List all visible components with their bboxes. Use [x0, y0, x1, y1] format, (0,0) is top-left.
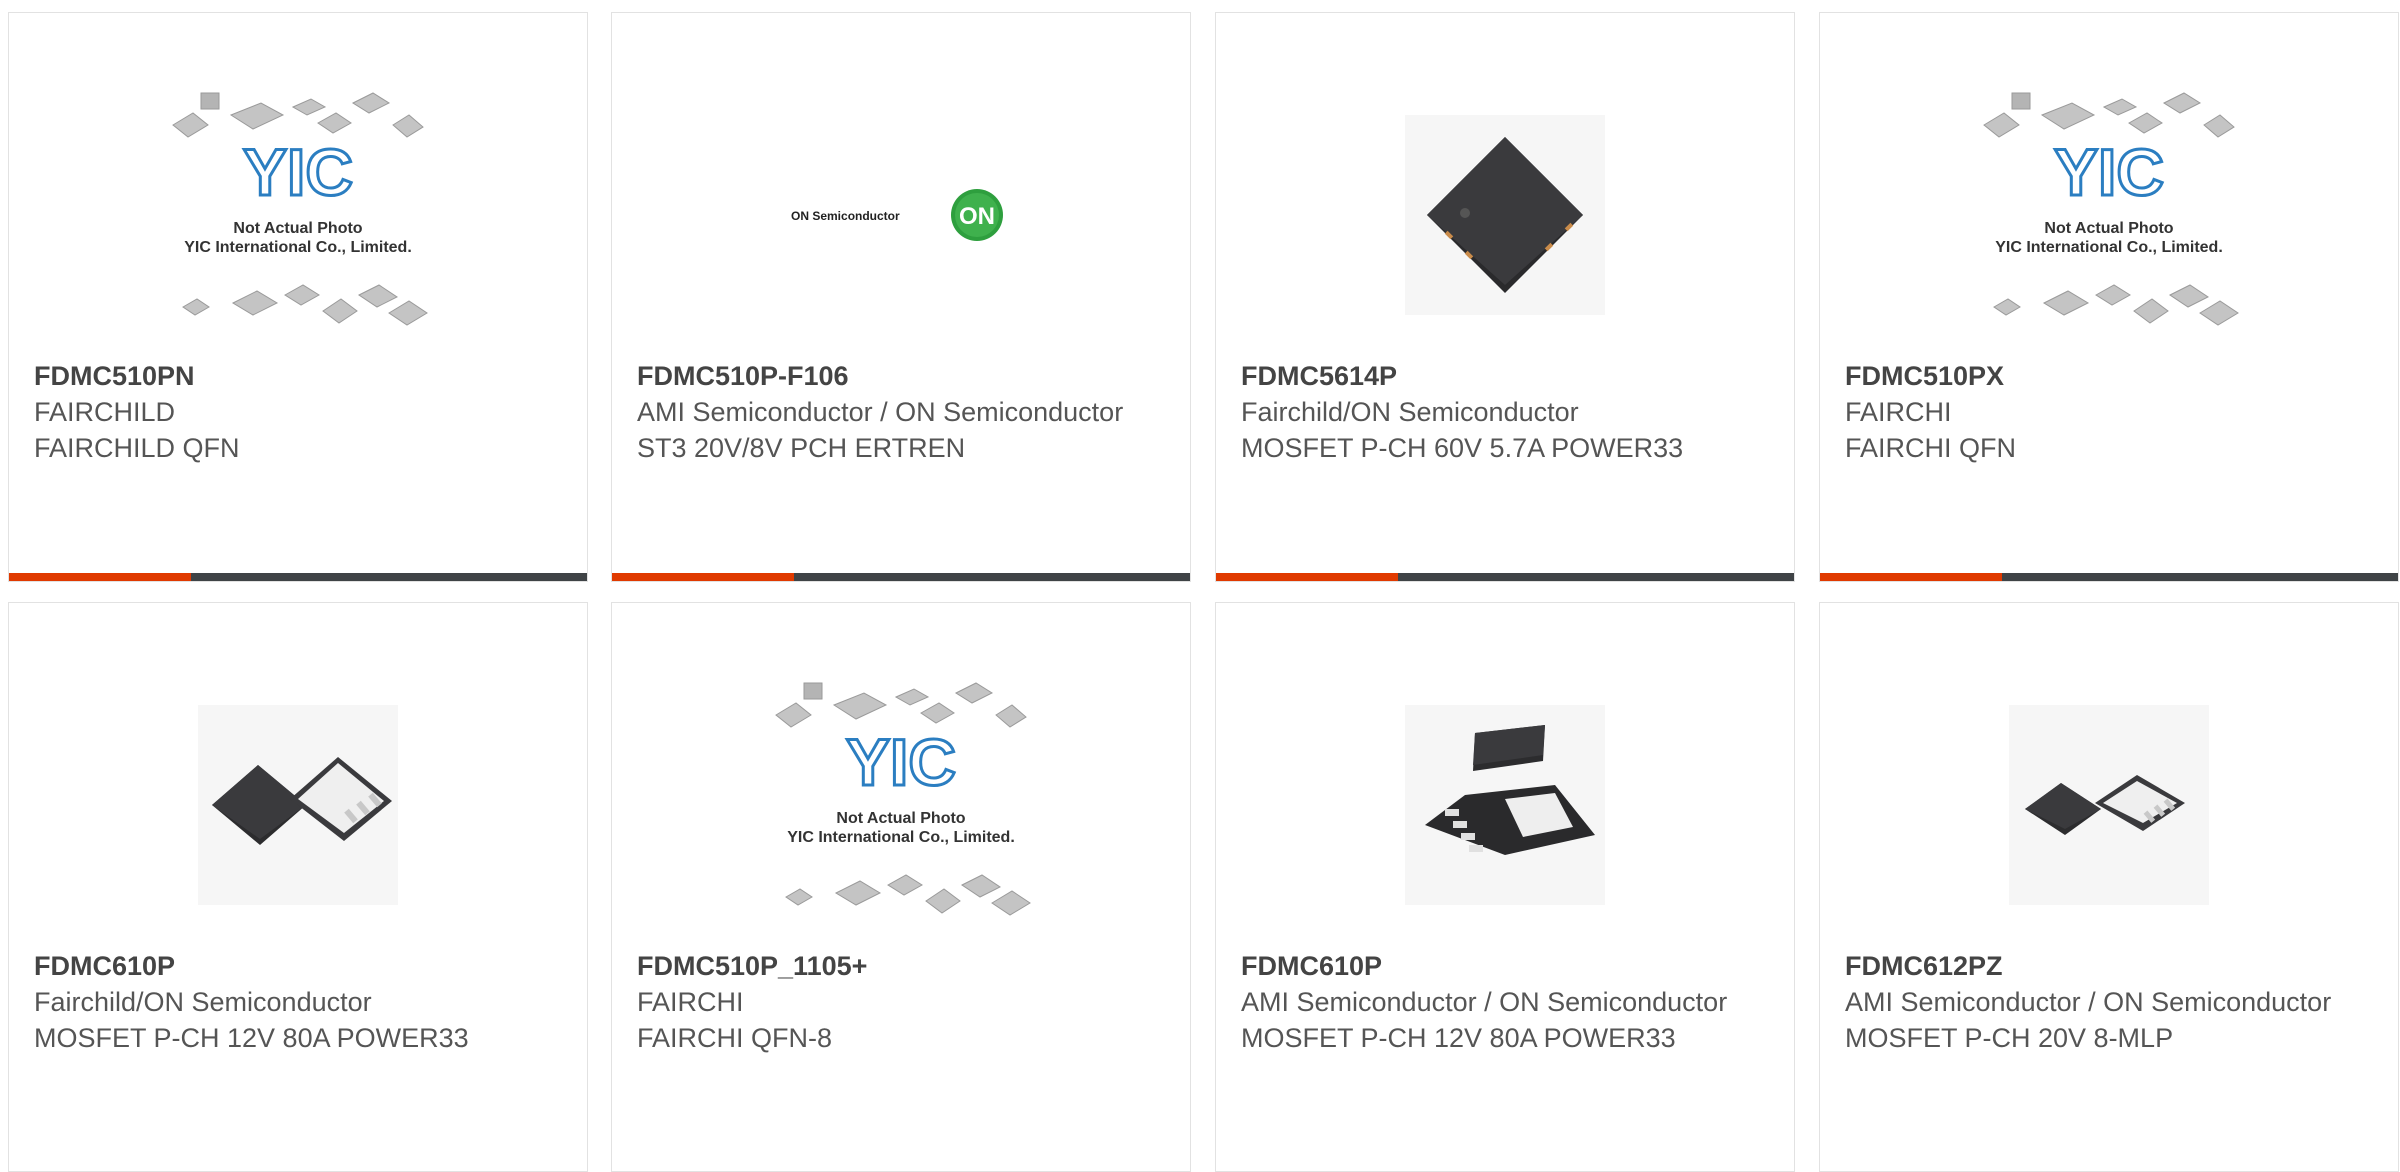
- yic-placeholder-icon: YIC Not Actual Photo YIC International C…: [775, 682, 1031, 916]
- svg-text:Not Actual Photo: Not Actual Photo: [2044, 220, 2173, 237]
- product-info: FDMC610P Fairchild/ON Semiconductor MOSF…: [34, 948, 562, 1056]
- accent-bar: [1820, 573, 2002, 581]
- part-number[interactable]: FDMC510PN: [34, 358, 562, 394]
- svg-text:YIC International Co., Limited: YIC International Co., Limited.: [787, 829, 1015, 846]
- product-image[interactable]: [1216, 665, 1794, 945]
- yic-placeholder-icon: YIC Not Actual Photo YIC International C…: [172, 92, 428, 326]
- description: MOSFET P-CH 12V 80A POWER33: [34, 1023, 469, 1053]
- part-number[interactable]: FDMC610P: [34, 948, 562, 984]
- qfn-pair-chip-icon: [198, 705, 398, 905]
- part-number[interactable]: FDMC510P-F106: [637, 358, 1165, 394]
- svg-text:ON: ON: [959, 203, 995, 230]
- accent-bar: [1216, 573, 1398, 581]
- product-card[interactable]: FDMC5614P Fairchild/ON Semiconductor MOS…: [1215, 12, 1795, 582]
- product-info: FDMC5614P Fairchild/ON Semiconductor MOS…: [1241, 358, 1769, 466]
- card-footer-bar: [1216, 573, 1794, 581]
- product-card[interactable]: ON Semiconductor ON FDMC510P-F106 AMI Se…: [611, 12, 1191, 582]
- manufacturer: AMI Semiconductor / ON Semiconductor: [1241, 987, 1728, 1017]
- manufacturer: FAIRCHILD: [34, 397, 176, 427]
- description: FAIRCHI QFN-8: [637, 1023, 833, 1053]
- svg-text:Not Actual Photo: Not Actual Photo: [836, 810, 965, 827]
- svg-text:Not Actual Photo: Not Actual Photo: [233, 220, 362, 237]
- product-info: FDMC612PZ AMI Semiconductor / ON Semicon…: [1845, 948, 2373, 1056]
- product-grid: YIC Not Actual Photo YIC International C…: [0, 0, 2400, 1172]
- product-card[interactable]: YIC Not Actual Photo YIC International C…: [8, 12, 588, 582]
- yic-placeholder-icon: YIC Not Actual Photo YIC International C…: [1983, 92, 2239, 326]
- product-image[interactable]: [9, 665, 587, 945]
- product-info: FDMC510PN FAIRCHILD FAIRCHILD QFN: [34, 358, 562, 466]
- description: MOSFET P-CH 12V 80A POWER33: [1241, 1023, 1676, 1053]
- description: FAIRCHILD QFN: [34, 433, 240, 463]
- part-number[interactable]: FDMC510P_1105+: [637, 948, 1165, 984]
- on-semiconductor-logo-icon: ON Semiconductor ON: [791, 189, 1003, 241]
- svg-text:YIC: YIC: [2054, 135, 2164, 209]
- svg-text:YIC International Co., Limited: YIC International Co., Limited.: [184, 239, 412, 256]
- description: ST3 20V/8V PCH ERTREN: [637, 433, 966, 463]
- accent-bar: [9, 573, 191, 581]
- part-number[interactable]: FDMC610P: [1241, 948, 1769, 984]
- manufacturer: FAIRCHI: [637, 987, 744, 1017]
- svg-text:ON Semiconductor: ON Semiconductor: [791, 209, 900, 223]
- manufacturer: FAIRCHI: [1845, 397, 1952, 427]
- product-image[interactable]: YIC Not Actual Photo YIC International C…: [9, 75, 587, 355]
- product-image[interactable]: YIC Not Actual Photo YIC International C…: [612, 665, 1190, 945]
- card-footer-bar: [612, 573, 1190, 581]
- qfn-pair-small-chip-icon: [2009, 705, 2209, 905]
- product-info: FDMC510P_1105+ FAIRCHI FAIRCHI QFN-8: [637, 948, 1165, 1056]
- card-footer-bar: [1820, 573, 2398, 581]
- product-card[interactable]: FDMC610P AMI Semiconductor / ON Semicond…: [1215, 602, 1795, 1172]
- manufacturer: AMI Semiconductor / ON Semiconductor: [1845, 987, 2332, 1017]
- product-card[interactable]: YIC Not Actual Photo YIC International C…: [1819, 12, 2399, 582]
- card-footer-bar: [9, 573, 587, 581]
- product-card[interactable]: FDMC612PZ AMI Semiconductor / ON Semicon…: [1819, 602, 2399, 1172]
- product-image[interactable]: YIC Not Actual Photo YIC International C…: [1820, 75, 2398, 355]
- manufacturer: AMI Semiconductor / ON Semiconductor: [637, 397, 1124, 427]
- svg-text:YIC: YIC: [243, 135, 353, 209]
- manufacturer: Fairchild/ON Semiconductor: [34, 987, 372, 1017]
- product-card[interactable]: FDMC610P Fairchild/ON Semiconductor MOSF…: [8, 602, 588, 1172]
- qfn-chip-icon: [1405, 115, 1605, 315]
- product-info: FDMC510P-F106 AMI Semiconductor / ON Sem…: [637, 358, 1165, 466]
- svg-text:YIC: YIC: [846, 725, 956, 799]
- qfn-top-bottom-chip-icon: [1405, 705, 1605, 905]
- manufacturer: Fairchild/ON Semiconductor: [1241, 397, 1579, 427]
- product-card[interactable]: YIC Not Actual Photo YIC International C…: [611, 602, 1191, 1172]
- description: MOSFET P-CH 20V 8-MLP: [1845, 1023, 2174, 1053]
- product-image[interactable]: [1820, 665, 2398, 945]
- description: FAIRCHI QFN: [1845, 433, 2017, 463]
- part-number[interactable]: FDMC612PZ: [1845, 948, 2373, 984]
- product-info: FDMC510PX FAIRCHI FAIRCHI QFN: [1845, 358, 2373, 466]
- description: MOSFET P-CH 60V 5.7A POWER33: [1241, 433, 1684, 463]
- product-info: FDMC610P AMI Semiconductor / ON Semicond…: [1241, 948, 1769, 1056]
- accent-bar: [612, 573, 794, 581]
- part-number[interactable]: FDMC5614P: [1241, 358, 1769, 394]
- part-number[interactable]: FDMC510PX: [1845, 358, 2373, 394]
- product-image[interactable]: ON Semiconductor ON: [612, 75, 1190, 355]
- product-image[interactable]: [1216, 75, 1794, 355]
- svg-text:YIC International Co., Limited: YIC International Co., Limited.: [1995, 239, 2223, 256]
